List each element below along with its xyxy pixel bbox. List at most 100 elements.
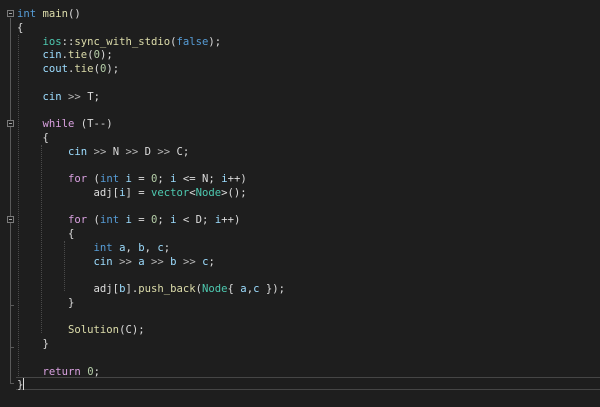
code-token: Solution bbox=[68, 324, 120, 337]
code-token: ; bbox=[93, 365, 100, 378]
code-token: { bbox=[227, 283, 241, 295]
code-token: Node bbox=[202, 283, 228, 295]
code-token: return bbox=[42, 365, 81, 378]
code-token: for bbox=[68, 214, 88, 227]
code-token: ( bbox=[87, 214, 100, 227]
code-line[interactable]: int a, b, c; bbox=[17, 242, 600, 256]
code-token: >> bbox=[125, 145, 139, 158]
code-line[interactable] bbox=[17, 104, 600, 118]
code-token: N bbox=[106, 145, 126, 158]
code-line[interactable]: for (int i = 0; i <= N; i++) bbox=[17, 173, 600, 187]
code-editor[interactable]: int main(){ ios::sync_with_stdio(false);… bbox=[0, 0, 600, 407]
fold-end-main bbox=[10, 383, 14, 384]
code-line[interactable] bbox=[17, 311, 600, 325]
code-token: T; bbox=[80, 90, 100, 103]
code-token: cin bbox=[68, 145, 88, 158]
text-caret bbox=[23, 378, 24, 390]
code-token: false bbox=[176, 35, 209, 48]
code-token: { bbox=[17, 21, 24, 34]
code-token: main bbox=[42, 8, 69, 20]
code-token: ; bbox=[208, 255, 215, 268]
code-line[interactable]: } bbox=[17, 379, 600, 393]
code-line[interactable] bbox=[17, 352, 600, 366]
code-line[interactable]: int main() bbox=[17, 8, 600, 22]
code-token: <= N; bbox=[176, 173, 222, 185]
code-token: cout bbox=[42, 63, 69, 75]
code-token: ; bbox=[163, 241, 171, 254]
code-token: >> bbox=[182, 255, 196, 268]
code-token: >(); bbox=[221, 186, 247, 199]
code-token: cin bbox=[42, 49, 62, 62]
code-token: ( bbox=[87, 173, 100, 185]
code-token: (C); bbox=[119, 324, 145, 337]
code-token: >> bbox=[93, 145, 107, 158]
code-token: } bbox=[17, 296, 75, 309]
code-line[interactable]: cin >> T; bbox=[17, 91, 600, 105]
code-token: ); bbox=[208, 35, 222, 48]
code-line[interactable] bbox=[17, 77, 600, 91]
code-line[interactable]: for (int i = 0; i < D; i++) bbox=[17, 214, 600, 228]
code-token: vector bbox=[150, 186, 190, 199]
collapse-for-icon[interactable] bbox=[7, 216, 14, 223]
code-token: >> bbox=[68, 90, 81, 103]
code-token: { bbox=[17, 131, 49, 144]
code-line[interactable]: ios::sync_with_stdio(false); bbox=[17, 36, 600, 50]
code-token: } bbox=[17, 338, 49, 350]
code-token: int bbox=[93, 241, 113, 254]
code-line[interactable] bbox=[17, 269, 600, 283]
code-line[interactable]: { bbox=[17, 132, 600, 146]
fold-line-for bbox=[10, 224, 11, 305]
code-token: ++) bbox=[221, 214, 241, 227]
fold-end-for bbox=[10, 305, 14, 306]
code-line[interactable]: return 0; bbox=[17, 366, 600, 380]
code-line[interactable]: cin >> a >> b >> c; bbox=[17, 256, 600, 270]
code-line[interactable]: { bbox=[17, 22, 600, 36]
code-line[interactable]: adj[b].push_back(Node{ a,c }); bbox=[17, 283, 600, 297]
code-token: tie bbox=[74, 63, 94, 75]
code-token: :: bbox=[61, 35, 75, 48]
code-token: ; bbox=[157, 173, 171, 185]
code-token: tie bbox=[68, 49, 88, 62]
code-line[interactable]: cin >> N >> D >> C; bbox=[17, 146, 600, 160]
code-token: >> bbox=[119, 255, 132, 268]
code-token: adj[ bbox=[17, 186, 120, 199]
code-lines[interactable]: int main(){ ios::sync_with_stdio(false);… bbox=[17, 8, 600, 393]
code-line[interactable]: cin.tie(0); bbox=[17, 49, 600, 63]
code-line[interactable] bbox=[17, 201, 600, 215]
code-token: ); bbox=[99, 49, 113, 62]
code-token: int bbox=[17, 8, 37, 20]
code-line[interactable]: { bbox=[17, 228, 600, 242]
fold-end-while bbox=[10, 347, 14, 348]
code-line[interactable]: while (T--) bbox=[17, 118, 600, 132]
code-token: Node bbox=[195, 186, 222, 199]
code-token: ); bbox=[106, 63, 120, 75]
collapse-main-icon[interactable] bbox=[7, 10, 14, 17]
code-line[interactable]: cout.tie(0); bbox=[17, 63, 600, 77]
code-line[interactable]: Solution(C); bbox=[17, 324, 600, 338]
code-line[interactable] bbox=[17, 159, 600, 173]
code-token: () bbox=[68, 8, 81, 20]
code-token: = bbox=[131, 214, 151, 227]
code-token: adj[ bbox=[17, 283, 120, 295]
code-line[interactable]: } bbox=[17, 338, 600, 352]
code-token: ] = bbox=[125, 186, 151, 199]
code-token: cin bbox=[42, 90, 62, 103]
code-line[interactable]: } bbox=[17, 297, 600, 311]
code-token: }); bbox=[259, 283, 285, 295]
code-token: >> bbox=[151, 255, 164, 268]
code-token: (T--) bbox=[74, 118, 113, 130]
collapse-while-icon[interactable] bbox=[7, 120, 14, 127]
code-line[interactable]: adj[i] = vector<Node>(); bbox=[17, 187, 600, 201]
code-token: push_back bbox=[138, 283, 196, 295]
code-token: ios bbox=[42, 35, 62, 48]
code-token: ]. bbox=[125, 283, 139, 295]
code-token: for bbox=[68, 173, 88, 185]
